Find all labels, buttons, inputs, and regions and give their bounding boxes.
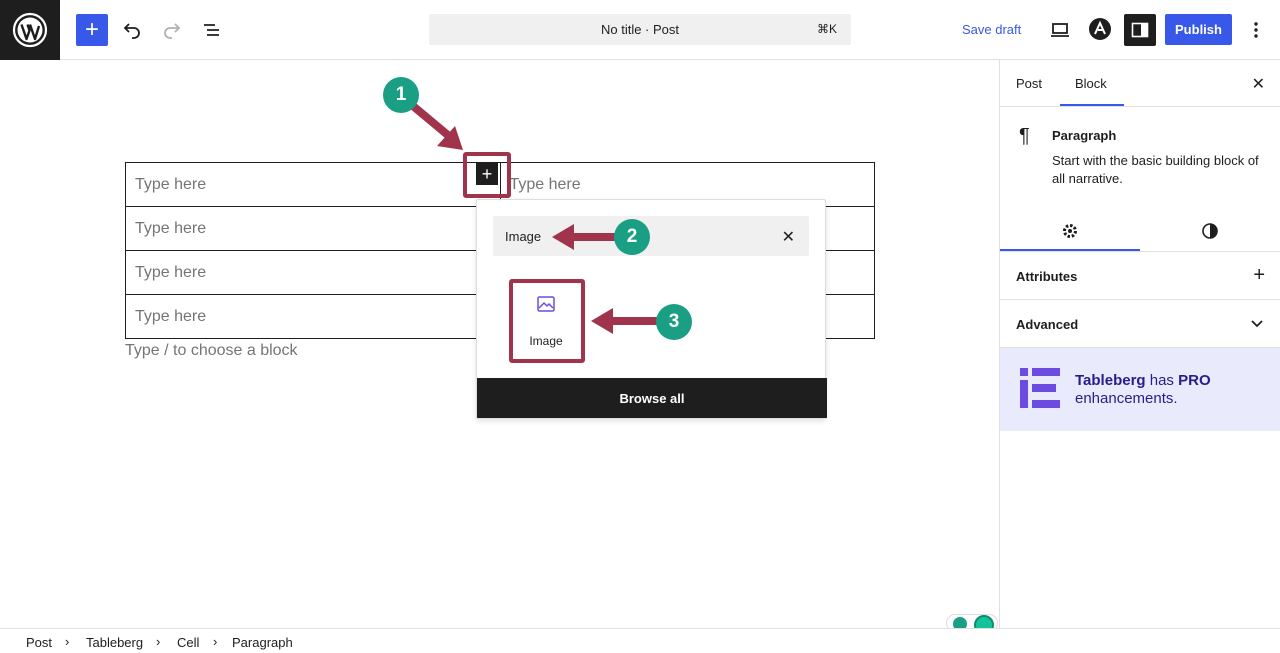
plus-icon[interactable]: +: [1253, 264, 1265, 287]
tab-block[interactable]: Block: [1075, 76, 1107, 91]
chevron-right-icon: ›: [213, 634, 218, 649]
active-subtab-indicator: [1000, 249, 1140, 251]
paragraph-icon: ¶: [1019, 125, 1030, 147]
breadcrumb-item-post[interactable]: Post: [26, 635, 52, 650]
panel-title-attributes: Attributes: [1016, 269, 1078, 284]
breadcrumb-item-tableberg[interactable]: Tableberg: [86, 635, 143, 650]
tab-post[interactable]: Post: [1016, 76, 1042, 91]
arrow-1: [410, 102, 452, 140]
active-tab-indicator: [1060, 104, 1124, 106]
chevron-down-icon: [1251, 320, 1263, 328]
settings-sidebar: Post Block ✕ ¶ Paragraph Start with the …: [999, 60, 1280, 628]
panel-title-advanced: Advanced: [1016, 317, 1079, 332]
breadcrumb-item-paragraph[interactable]: Paragraph: [232, 635, 293, 650]
block-name: Paragraph: [1052, 128, 1117, 143]
promo-brand: Tableberg: [1075, 372, 1146, 389]
chevron-right-icon: ›: [156, 634, 161, 649]
step-badge-3: 3: [656, 304, 692, 340]
close-icon[interactable]: ✕: [1252, 74, 1265, 94]
chevron-right-icon: ›: [65, 634, 70, 649]
promo-has: has: [1145, 372, 1179, 389]
step-badge-2: 2: [614, 219, 650, 255]
attributes-panel[interactable]: Attributes +: [1000, 252, 1280, 300]
tableberg-pro-banner[interactable]: Tableberg has PRO enhancements.: [1000, 348, 1280, 431]
tab-settings[interactable]: [1000, 210, 1140, 252]
step-badge-1: 1: [383, 77, 419, 113]
contrast-icon: [1202, 223, 1218, 239]
tab-styles[interactable]: [1140, 210, 1280, 252]
tableberg-logo-icon: [1020, 368, 1060, 408]
arrow-3-head: [591, 308, 613, 334]
promo-text: Tableberg has PRO enhancements.: [1075, 372, 1211, 408]
block-subtabs: [1000, 210, 1280, 252]
promo-rest: enhancements.: [1075, 390, 1178, 407]
arrow-2-head: [552, 224, 574, 250]
gear-icon: [1063, 224, 1077, 238]
breadcrumb-item-cell[interactable]: Cell: [177, 635, 199, 650]
sidebar-tabs: Post Block ✕: [1000, 60, 1280, 107]
advanced-panel[interactable]: Advanced: [1000, 300, 1280, 348]
promo-pro: PRO: [1178, 372, 1211, 389]
block-description: Start with the basic building block of a…: [1052, 153, 1259, 186]
breadcrumb: Post › Tableberg › Cell › Paragraph: [0, 628, 1280, 653]
